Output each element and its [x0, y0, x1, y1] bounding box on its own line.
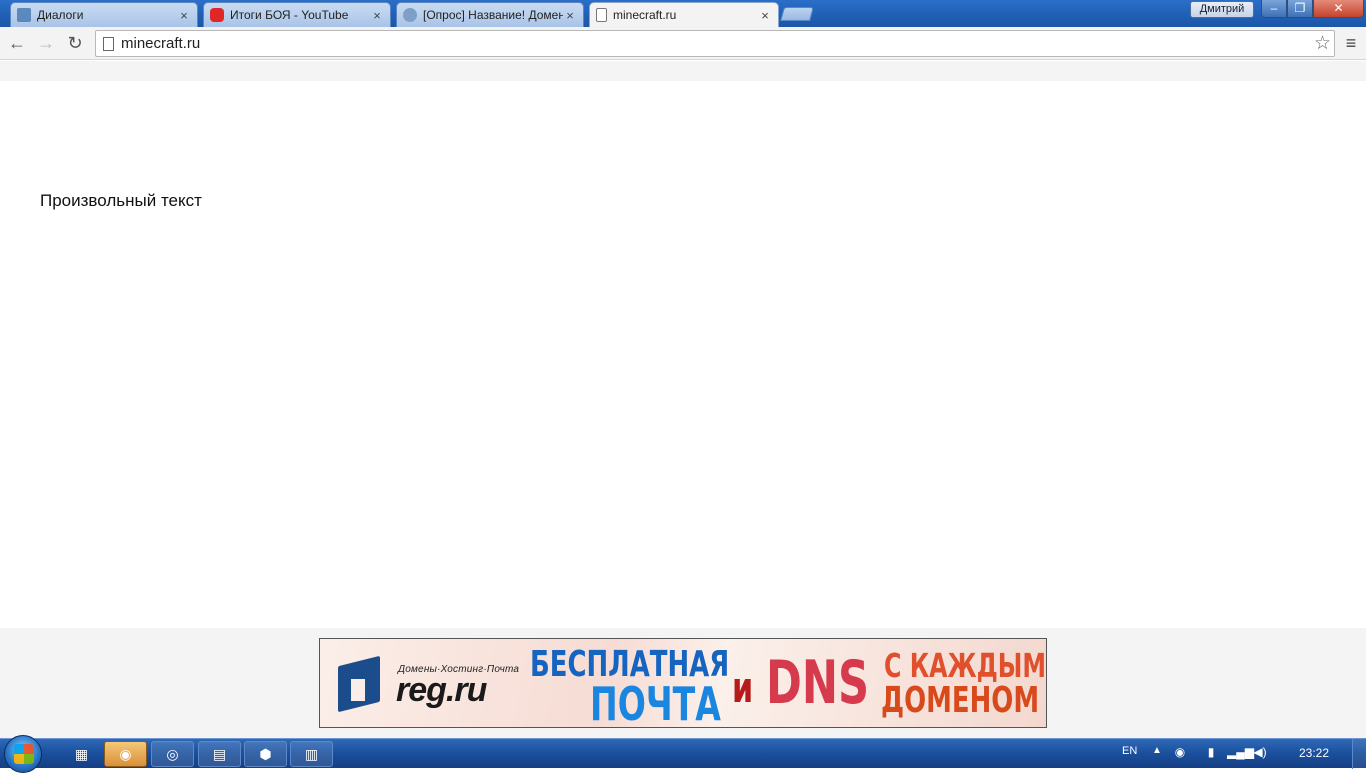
profile-button[interactable]: Дмитрий: [1190, 1, 1254, 18]
power-icon[interactable]: ▮: [1203, 744, 1219, 760]
bookmark-star-icon[interactable]: ☆: [1314, 32, 1331, 55]
explorer-icon[interactable]: ▦: [60, 741, 103, 767]
tab-minecraft[interactable]: minecraft.ru ×: [589, 2, 779, 27]
start-button[interactable]: [4, 735, 42, 773]
new-tab-button[interactable]: [780, 7, 814, 21]
volume-icon[interactable]: ◀): [1252, 744, 1268, 760]
banner-brand: reg.ru: [396, 671, 487, 709]
address-bar[interactable]: minecraft.ru ☆: [95, 30, 1335, 57]
clock[interactable]: 23:22: [1299, 746, 1329, 760]
chrome-icon[interactable]: ◎: [151, 741, 194, 767]
title-bar: Диалоги × Итоги БОЯ - YouTube × [Опрос] …: [0, 0, 1366, 27]
back-button[interactable]: ←: [5, 31, 29, 55]
calculator-icon[interactable]: ▥: [290, 741, 333, 767]
tab-close-icon[interactable]: ×: [758, 8, 772, 23]
tab-label: [Опрос] Название! Домен: [423, 8, 563, 22]
steam-icon[interactable]: ◉: [104, 741, 147, 767]
browser-toolbar: ← → ↻ minecraft.ru ☆ ≡: [0, 27, 1366, 60]
page-icon: [103, 37, 114, 51]
banner-dns: DNS: [766, 648, 870, 718]
tab-label: minecraft.ru: [613, 8, 677, 22]
cube-app-icon[interactable]: ⬢: [244, 741, 287, 767]
banner-and: и: [732, 663, 754, 712]
menu-icon[interactable]: ≡: [1341, 31, 1361, 55]
tab-label: Диалоги: [37, 8, 84, 22]
address-text: minecraft.ru: [121, 35, 201, 52]
reg-ru-ad-banner[interactable]: Домены·Хостинг·Почта reg.ru БЕСПЛАТНАЯ П…: [319, 638, 1047, 728]
page-body: Произвольный текст: [0, 81, 1366, 628]
tray-expand-icon[interactable]: ▲: [1152, 745, 1162, 756]
tab-close-icon[interactable]: ×: [177, 8, 191, 23]
youtube-icon: [210, 8, 224, 22]
forward-button[interactable]: →: [34, 31, 58, 55]
steam-tray-icon[interactable]: ◉: [1172, 744, 1188, 760]
network-icon[interactable]: ▂▄▆: [1227, 744, 1254, 760]
tab-dialogs[interactable]: Диалоги ×: [10, 2, 198, 27]
forum-icon: [403, 8, 417, 22]
tab-close-icon[interactable]: ×: [563, 8, 577, 23]
page-footer: Домены·Хостинг·Почта reg.ru БЕСПЛАТНАЯ П…: [0, 628, 1366, 738]
taskbar: ▦ ◉ ◎ ▤ ⬢ ▥ EN ▲ ◉ ▮ ▂▄▆ ◀) 23:22: [0, 735, 1366, 773]
show-desktop-button[interactable]: [1352, 739, 1366, 769]
page-text: Произвольный текст: [40, 191, 202, 210]
tab-poll[interactable]: [Опрос] Название! Домен ×: [396, 2, 584, 27]
banner-mail: ПОЧТА: [590, 677, 721, 728]
minimize-button[interactable]: –: [1261, 0, 1287, 18]
language-indicator[interactable]: EN: [1122, 745, 1137, 757]
reload-button[interactable]: ↻: [63, 31, 87, 55]
banner-domain: ДОМЕНОМ: [881, 680, 1040, 721]
maximize-button[interactable]: ❐: [1287, 0, 1313, 18]
tab-label: Итоги БОЯ - YouTube: [230, 8, 349, 22]
vk-message-icon: [17, 8, 31, 22]
tab-youtube[interactable]: Итоги БОЯ - YouTube ×: [203, 2, 391, 27]
calendar-app-icon[interactable]: ▤: [198, 741, 241, 767]
windows-logo-icon: [14, 744, 34, 764]
tab-close-icon[interactable]: ×: [370, 8, 384, 23]
reg-ru-logo-notch: [351, 679, 365, 701]
page-header-band: [0, 61, 1366, 81]
page-icon: [596, 8, 607, 22]
close-window-button[interactable]: ✕: [1313, 0, 1364, 18]
banner-each: С КАЖДЫМ: [884, 646, 1047, 685]
